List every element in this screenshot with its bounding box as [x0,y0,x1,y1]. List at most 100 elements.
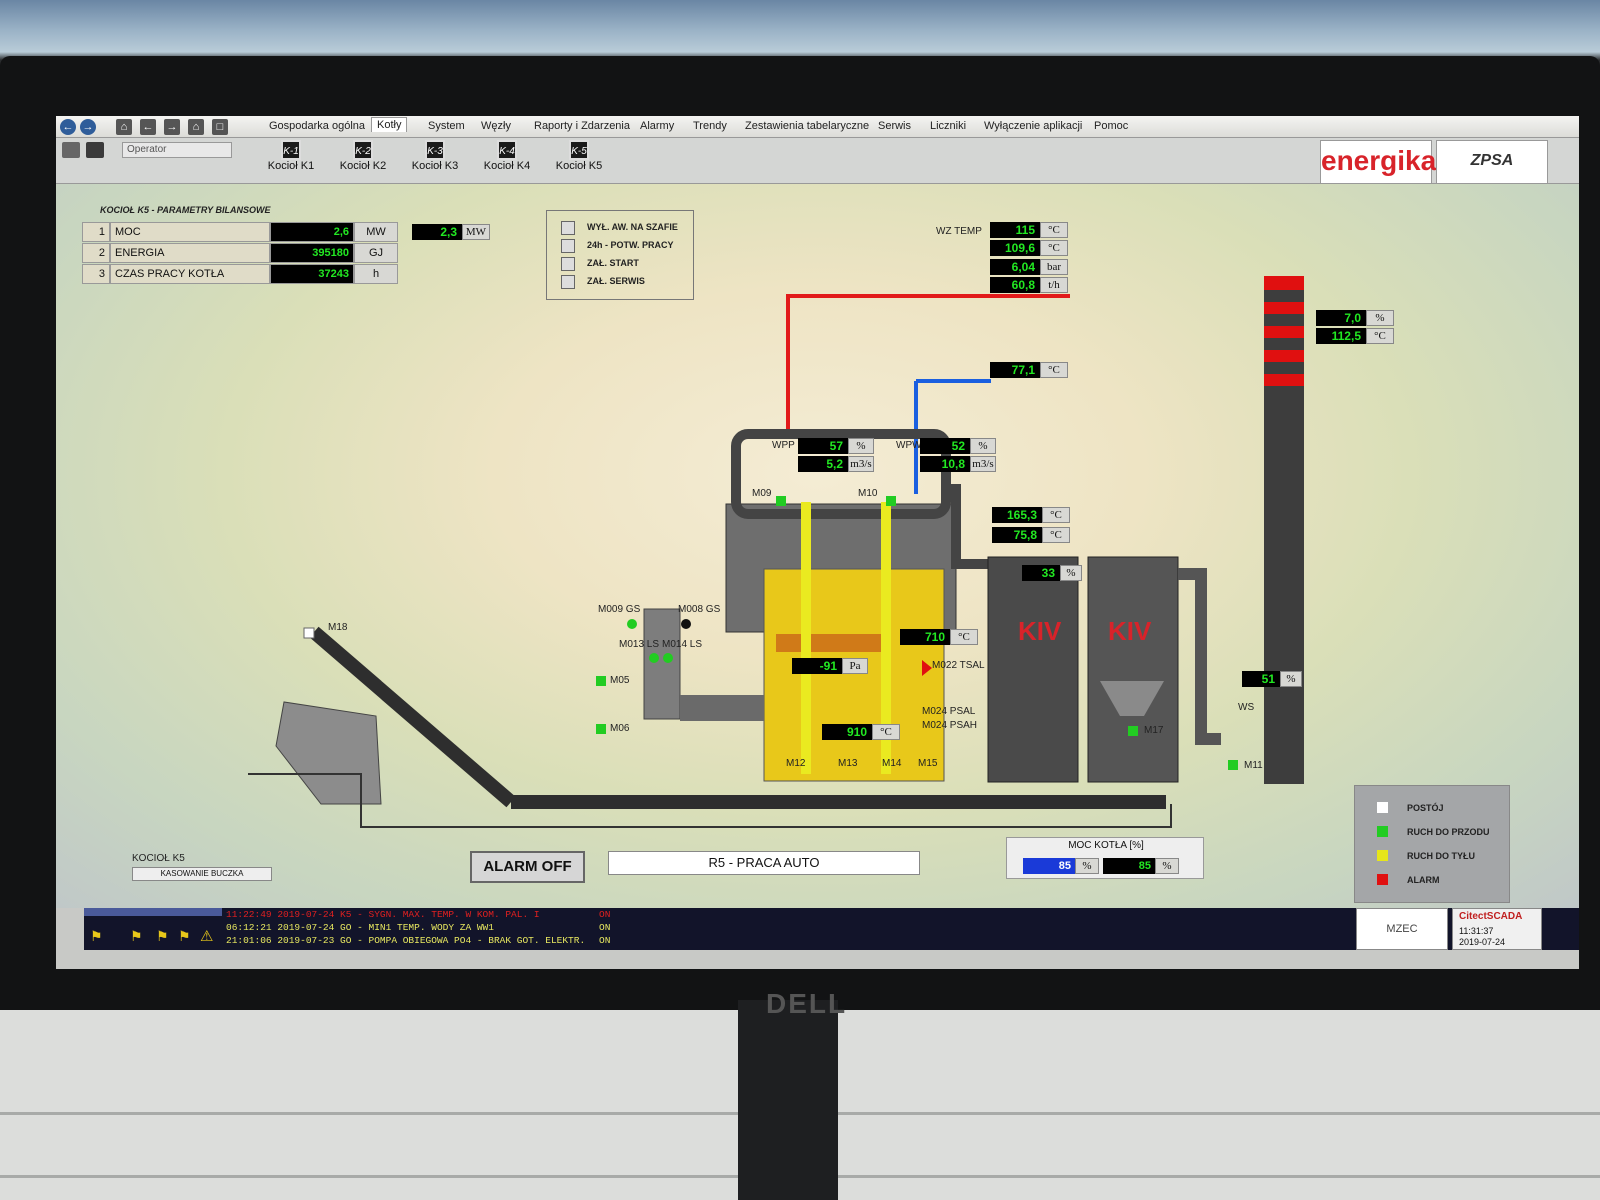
operator-field[interactable]: Operator [122,142,232,158]
flue-temp1-unit: °C [1042,507,1070,523]
checkbox-start[interactable] [561,257,575,271]
furnace-temp-unit: °C [950,629,978,645]
row-no: 2 [82,243,110,263]
furnace-temp-value: 710 [900,629,950,645]
menu-kotly[interactable]: Kotły [371,117,408,132]
home-icon[interactable]: ⌂ [188,119,204,135]
boiler-k4-label: Kocioł K4 [483,160,531,172]
checkbox-wyl-aw[interactable] [561,221,575,235]
wz-flow-value: 60,8 [990,277,1040,293]
back-icon[interactable]: ← [60,119,76,135]
fan-pct-value: 51 [1242,671,1280,687]
menu-wylaczenie[interactable]: Wyłączenie aplikacji [984,120,1082,132]
alarm-time: 06:12:21 [226,922,272,933]
wz-temp-unit: °C [1040,222,1068,238]
window-icon[interactable]: □ [212,119,228,135]
boiler-k4-button[interactable]: K-4 Kocioł K4 [477,140,537,172]
wpw-pct-unit: % [970,438,996,454]
wpp-pct-unit: % [848,438,874,454]
menu-alarmy[interactable]: Alarmy [640,120,674,132]
alarm-ack-icon[interactable]: ⚑ [130,928,146,944]
combustion-chamber [763,568,945,782]
print-icon[interactable] [62,142,80,158]
balance-row-czas: 3 CZAS PRACY KOTŁA 37243 h [82,264,402,284]
boiler-k1-icon: K-1 [281,140,301,160]
moc-extra-value: 2,3 [412,224,462,240]
clock-time: 11:31:37 [1459,926,1494,936]
menu-pomoc[interactable]: Pomoc [1094,120,1128,132]
menu-raporty[interactable]: Raporty i Zdarzenia [534,120,630,132]
alarm-off-button[interactable]: ALARM OFF [470,851,585,883]
boiler-k2-button[interactable]: K-2 Kocioł K2 [333,140,393,172]
forward-icon[interactable]: → [80,119,96,135]
power-setpoint-value: 85 [1023,858,1075,874]
row-value: 2,6 [270,222,354,242]
m06-label: M06 [610,723,630,734]
m09-label: M09 [752,488,772,499]
check-label-start: ZAŁ. START [587,258,639,268]
menu-liczniki[interactable]: Liczniki [930,120,966,132]
alarm-tool-icon[interactable]: ⚑ [90,928,106,944]
check-label-24h: 24h - POTW. PRACY [587,240,674,250]
boiler-k5-label: Kocioł K5 [555,160,603,172]
row-unit: h [354,264,398,284]
menu-serwis[interactable]: Serwis [878,120,911,132]
row-name: CZAS PRACY KOTŁA [110,264,270,284]
check-label-wyl-aw: WYŁ. AW. NA SZAFIE [587,222,678,232]
m014-label: M014 LS [662,639,703,650]
m11-indicator [1228,760,1238,770]
clock-date: 2019-07-24 [1459,937,1506,947]
checkbox-24h[interactable] [561,239,575,253]
stack-temp-unit: °C [1366,328,1394,344]
boiler-k1-button[interactable]: K-1 Kocioł K1 [261,140,321,172]
prev-page-icon[interactable]: ← [140,119,156,135]
alarm-status-bar: ⚑ ⚑ ⚑ ⚑ ⚠ 11:22:49 2019-07-24 K5 - SYGN.… [84,908,1579,950]
boiler-k2-label: Kocioł K2 [339,160,387,172]
alarm-row-3[interactable]: 21:01:06 2019-07-23 GO - POMPA OBIEGOWA … [226,935,585,946]
legend-postoj-swatch [1377,802,1388,813]
power-actual-unit: % [1155,858,1179,874]
check-label-serwis: ZAŁ. SERWIS [587,276,645,286]
feeder-unit [643,608,681,720]
wz-pressure-unit: bar [1040,259,1068,275]
alarm-silence-icon[interactable]: ⚑ [156,928,172,944]
boiler-k5-button[interactable]: K-5 Kocioł K5 [549,140,609,172]
boiler-k3-button[interactable]: K-3 Kocioł K3 [405,140,465,172]
menu-wezly[interactable]: Węzły [481,120,511,132]
reset-buzzer-button[interactable]: KASOWANIE BUCZKA [132,867,272,881]
m008-label: M008 GS [678,604,721,615]
grate-temp-value: 910 [822,724,872,740]
furnace-pressure-value: -91 [792,658,842,674]
stack-temp-value: 112,5 [1316,328,1366,344]
bookmark-icon[interactable]: ⌂ [116,119,132,135]
menu-bar: ← → ⌂ ← → ⌂ □ Gospodarka ogólna Kotły Sy… [56,116,1579,138]
alarm-bar-progress [84,908,222,916]
wpw-pct-value: 52 [920,438,970,454]
m17-label: M17 [1144,725,1164,736]
user-icon[interactable] [86,142,104,158]
alarm-time: 21:01:06 [226,935,272,946]
m008-indicator [681,619,691,629]
citect-logo: CitectSCADA [1459,911,1523,922]
balance-title: KOCIOŁ K5 - PARAMETRY BILANSOWE [100,205,271,215]
row-value: 395180 [270,243,354,263]
menu-system[interactable]: System [428,120,465,132]
filter-pct-value: 33 [1022,565,1060,581]
m15-label: M15 [918,758,938,769]
m10-indicator [886,496,896,506]
alarm-filter-icon[interactable]: ⚑ [178,928,194,944]
alarm-text: 2019-07-24 K5 - SYGN. MAX. TEMP. W KOM. … [277,909,540,920]
alarm-row-1[interactable]: 11:22:49 2019-07-24 K5 - SYGN. MAX. TEMP… [226,909,540,920]
flue-duct [951,484,991,569]
menu-trendy[interactable]: Trendy [693,120,727,132]
warning-icon[interactable]: ⚠ [200,927,218,945]
boiler-k3-icon: K-3 [425,140,445,160]
next-page-icon[interactable]: → [164,119,180,135]
wpp-pct-value: 57 [798,438,848,454]
wpw-label: WPW [896,440,922,451]
alarm-row-2[interactable]: 06:12:21 2019-07-24 GO - MIN1 TEMP. WODY… [226,922,494,933]
menu-zestawienia[interactable]: Zestawienia tabelaryczne [745,120,869,132]
checkbox-serwis[interactable] [561,275,575,289]
menu-gospodarka[interactable]: Gospodarka ogólna [269,120,365,132]
m06-indicator [596,724,606,734]
